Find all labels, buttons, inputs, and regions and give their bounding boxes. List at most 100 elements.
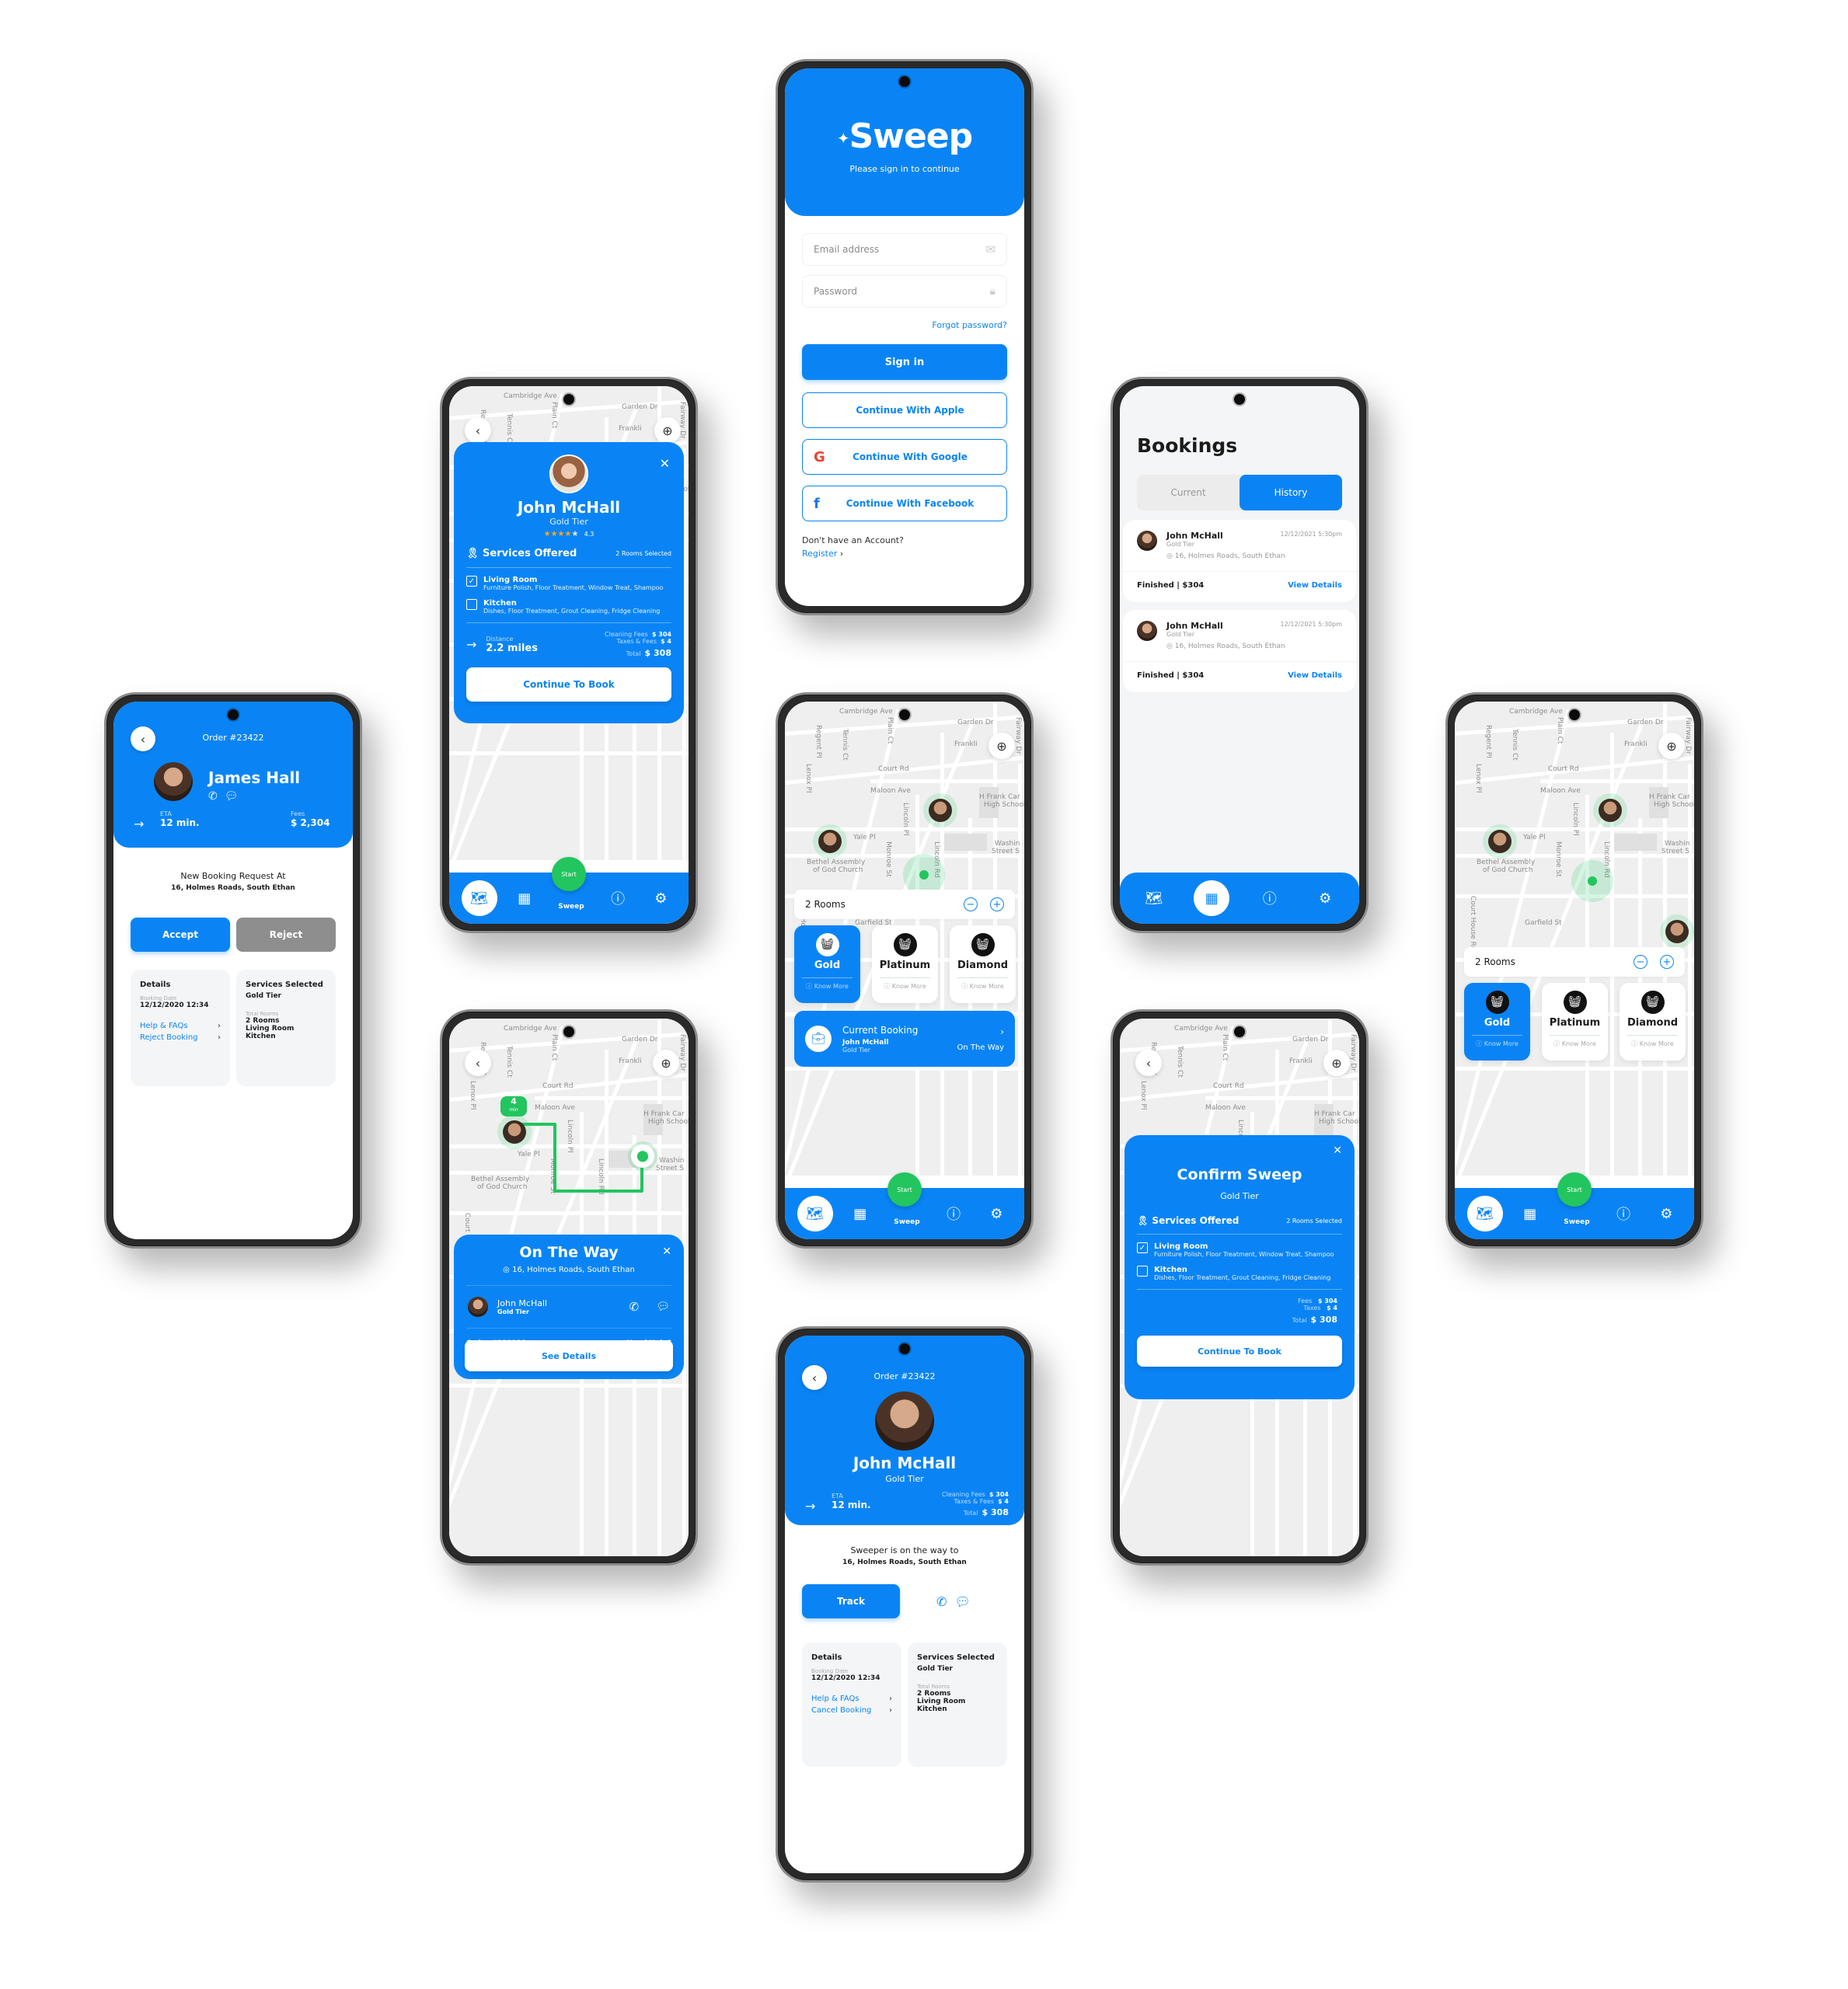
back-button[interactable]: ‹ [802, 1365, 827, 1390]
phone-icon[interactable]: ✆ [629, 1300, 640, 1314]
sweeper-pin[interactable] [813, 824, 847, 859]
reject-button[interactable]: Reject [236, 918, 336, 952]
nav-bookings[interactable]: ▦ [1515, 1198, 1546, 1229]
phone-icon[interactable]: ✆ [208, 790, 218, 803]
apple-signin-button[interactable]: Continue With Apple [802, 392, 1007, 428]
nav-help[interactable]: ⓘ [602, 883, 633, 914]
view-details-link[interactable]: View Details [1288, 581, 1342, 590]
current-booking-card[interactable]: 💼︎ Current Booking John McHall Gold Tier… [794, 1011, 1015, 1067]
password-field[interactable]: Password 🔒︎ [802, 275, 1007, 308]
street-label: Street S [1661, 848, 1689, 855]
nav-sweep-label[interactable]: Sweep [887, 1218, 926, 1226]
nav-bookings[interactable]: ▦ [509, 883, 540, 914]
locate-button[interactable]: ⊕ [1658, 733, 1685, 759]
chat-icon[interactable]: 💬︎ [225, 790, 239, 803]
help-faqs-link[interactable]: Help & FAQs › [140, 1022, 221, 1030]
minus-button[interactable]: − [1634, 955, 1648, 969]
nav-sweep-label[interactable]: Sweep [552, 903, 591, 911]
nav-help[interactable]: ⓘ [1254, 883, 1285, 914]
tier-card-gold[interactable]: 🧺︎ Gold ⓘ Know More [794, 925, 860, 1003]
see-details-button[interactable]: See Details [465, 1340, 673, 1371]
nav-profile[interactable]: ⚙ [981, 1198, 1012, 1229]
booking-card[interactable]: John McHall 12/12/2021 5:30pm Gold Tier ◎… [1123, 520, 1356, 602]
back-button[interactable]: ‹ [1135, 1050, 1162, 1076]
help-faqs-link[interactable]: Help & FAQs › [811, 1695, 892, 1703]
sweeper-pin[interactable] [1593, 793, 1627, 827]
nav-map[interactable]: 🗺︎ [1138, 883, 1170, 914]
tier-card-platinum[interactable]: 🧺︎ Platinum ⓘ Know More [1542, 983, 1608, 1061]
total-value: $ 308 [982, 1507, 1009, 1517]
continue-to-book-button[interactable]: Continue To Book [1137, 1336, 1342, 1367]
nav-profile[interactable]: ⚙ [1309, 883, 1341, 914]
start-sweep-button[interactable]: Start [552, 857, 586, 891]
back-button[interactable]: ‹ [465, 417, 491, 444]
accept-button[interactable]: Accept [131, 918, 230, 952]
forgot-password-link[interactable]: Forgot password? [802, 320, 1007, 330]
tier-card-diamond[interactable]: 🧺︎ Diamond ⓘ Know More [950, 925, 1016, 1003]
service-item[interactable]: Kitchen Dishes, Floor Treatment, Grout Cl… [466, 599, 671, 615]
locate-button[interactable]: ⊕ [654, 417, 681, 444]
checkbox-unchecked[interactable] [1137, 1266, 1148, 1277]
chat-icon[interactable]: 💬︎ [955, 1594, 971, 1609]
google-signin-button[interactable]: G Continue With Google [802, 439, 1007, 475]
back-button[interactable]: ‹ [465, 1050, 491, 1076]
nav-profile[interactable]: ⚙ [645, 883, 676, 914]
close-icon[interactable]: ✕ [662, 1245, 671, 1258]
booking-card[interactable]: John McHall 12/12/2021 5:30pm Gold Tier ◎… [1123, 610, 1356, 692]
close-icon[interactable]: ✕ [1333, 1144, 1342, 1157]
close-icon[interactable]: ✕ [660, 456, 670, 471]
register-link[interactable]: Register › [802, 549, 1007, 559]
phone-icon[interactable]: ✆ [936, 1594, 947, 1609]
nav-help[interactable]: ⓘ [938, 1198, 969, 1229]
sweeper-pin[interactable] [923, 793, 957, 827]
tab-current[interactable]: Current [1137, 475, 1240, 510]
minus-button[interactable]: − [964, 897, 978, 911]
cancel-booking-link[interactable]: Cancel Booking › [811, 1706, 892, 1715]
start-sweep-button[interactable]: Start [1557, 1172, 1592, 1207]
tier-card-platinum[interactable]: 🧺︎ Platinum ⓘ Know More [872, 925, 938, 1003]
services-card: Services Selected Gold Tier Total Rooms … [908, 1642, 1007, 1767]
view-details-link[interactable]: View Details [1288, 671, 1342, 680]
reject-booking-link[interactable]: Reject Booking › [140, 1033, 221, 1042]
tab-history[interactable]: History [1240, 475, 1342, 510]
locate-button[interactable]: ⊕ [989, 733, 1015, 759]
checkbox-checked[interactable]: ✓ [1137, 1242, 1148, 1253]
nav-profile[interactable]: ⚙ [1651, 1198, 1682, 1229]
service-item[interactable]: ✓ Living Room Furniture Polish, Floor Tre… [1137, 1242, 1342, 1258]
tier-card-gold[interactable]: 🧺︎ Gold ⓘ Know More [1464, 983, 1530, 1061]
email-field[interactable]: Email address ✉ [802, 233, 1007, 266]
continue-to-book-button[interactable]: Continue To Book [466, 667, 671, 702]
profile-name: John McHall [517, 498, 621, 517]
start-sweep-button[interactable]: Start [887, 1172, 922, 1207]
checkbox-checked[interactable]: ✓ [466, 576, 477, 587]
chat-icon[interactable]: 💬︎ [656, 1301, 670, 1313]
nav-map[interactable]: 🗺︎ [797, 1196, 833, 1231]
locate-button[interactable]: ⊕ [653, 1050, 679, 1076]
nav-sweep-label[interactable]: Sweep [1557, 1218, 1596, 1226]
facebook-signin-button[interactable]: f Continue With Facebook [802, 486, 1007, 521]
street-label: Regent Pl [814, 725, 822, 758]
sweeper-pin[interactable] [1483, 824, 1517, 859]
info-icon: ⓘ [1553, 1040, 1560, 1047]
back-button[interactable]: ‹ [131, 726, 155, 751]
plus-button[interactable]: + [990, 897, 1004, 911]
plus-button[interactable]: + [1660, 955, 1674, 969]
sweeper-pin[interactable] [497, 1115, 532, 1149]
street-label: Plain Ct [886, 717, 894, 744]
nav-map[interactable]: 🗺︎ [461, 880, 497, 916]
checkbox-unchecked[interactable] [466, 599, 477, 610]
booking-status: Finished | $304 [1137, 581, 1205, 590]
track-button[interactable]: Track [802, 1584, 900, 1618]
tier-card-diamond[interactable]: 🧺︎ Diamond ⓘ Know More [1620, 983, 1686, 1061]
street-label: Plain Ct [550, 402, 558, 429]
nav-map[interactable]: 🗺︎ [1466, 1196, 1503, 1231]
nav-bookings[interactable]: ▦ [845, 1198, 876, 1229]
service-item[interactable]: Kitchen Dishes, Floor Treatment, Grout Cl… [1137, 1266, 1342, 1281]
crosshair-icon: ⊕ [662, 423, 673, 438]
nav-help[interactable]: ⓘ [1608, 1198, 1639, 1229]
nav-bookings[interactable]: ▦ [1194, 880, 1230, 916]
signin-button[interactable]: Sign in [802, 344, 1007, 380]
service-item[interactable]: ✓ Living Room Furniture Polish, Floor Tre… [466, 576, 671, 591]
sweeper-pin[interactable] [1660, 914, 1694, 949]
locate-button[interactable]: ⊕ [1323, 1050, 1350, 1076]
